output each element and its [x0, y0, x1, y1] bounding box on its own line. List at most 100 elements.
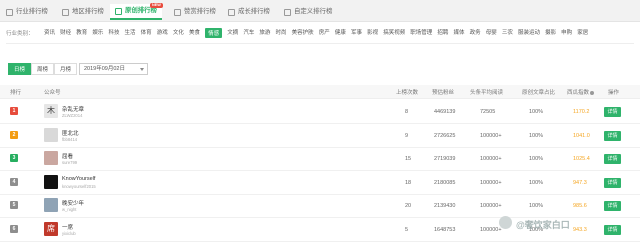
industry-chip[interactable]: 家居: [577, 28, 588, 38]
avatar[interactable]: 席: [44, 221, 58, 236]
avatar[interactable]: [44, 151, 58, 165]
industry-chip[interactable]: 职场管理: [410, 28, 432, 38]
industry-chip[interactable]: 体育: [141, 28, 152, 38]
watermark: @奢饮家白口: [516, 220, 570, 230]
account-name[interactable]: 屈看: [62, 152, 73, 160]
ranking-tab-bar: 行业排行榜 地区排行榜 原创排行榜 NEW 赞赏排行榜 成长排行榜 自定义排行榜: [0, 0, 640, 22]
tab-industry[interactable]: 行业排行榜: [6, 4, 48, 20]
industry-chip[interactable]: 服装运动: [518, 28, 540, 38]
industry-chip[interactable]: 情感: [205, 28, 223, 38]
industry-chip[interactable]: 健康: [335, 28, 346, 38]
industry-chip[interactable]: 摄影: [545, 28, 556, 38]
industry-chip[interactable]: 教育: [76, 28, 87, 38]
avatar[interactable]: [44, 198, 58, 212]
tab-region[interactable]: 地区排行榜: [62, 4, 104, 20]
tab-original[interactable]: 原创排行榜 NEW: [110, 3, 163, 20]
avatar[interactable]: 木: [44, 104, 58, 118]
industry-chip[interactable]: 招聘: [437, 28, 448, 38]
tab-custom[interactable]: 自定义排行榜: [284, 4, 332, 20]
account-name[interactable]: KnowYourself: [62, 176, 95, 182]
industry-filter: 行业类别： 资讯 财经 教育 娱乐 科技 生活 体育 游戏 文化 美食 情感 文摘 汽车 旅游 时尚 美容护肤…: [6, 27, 636, 39]
xigua-index: 985.6: [573, 203, 587, 209]
industry-chip[interactable]: 生活: [125, 28, 136, 38]
posts-count: 9: [405, 132, 409, 139]
industry-chip[interactable]: 母婴: [486, 28, 497, 38]
avatar[interactable]: [44, 174, 58, 189]
industry-chip[interactable]: 申购: [561, 28, 572, 38]
rank-badge: 3: [10, 154, 18, 162]
avg-reads: 100000+: [480, 179, 502, 186]
account-name[interactable]: 匪北北: [62, 129, 79, 137]
fans-count: 2180085: [434, 179, 456, 186]
industry-chip[interactable]: 时尚: [276, 28, 287, 38]
original-ratio: 100%: [529, 179, 544, 186]
posts-count: 8: [405, 109, 409, 115]
new-badge: NEW: [150, 3, 163, 8]
month-button[interactable]: 月榜: [54, 63, 78, 75]
day-button[interactable]: 日榜: [8, 63, 32, 75]
table-row[interactable]: 1 木杂乱无章 ZLWZ2014 8 4469139 72505 100% 1170.2 详情: [0, 101, 640, 124]
industry-chip[interactable]: 财经: [60, 28, 71, 38]
industry-chip[interactable]: 搞笑视频: [383, 28, 405, 38]
account-id: fbb8414: [62, 136, 78, 142]
industry-chip[interactable]: 媒体: [454, 28, 465, 38]
table-row[interactable]: 2 匪北北 fbb8414 9 2726625 100000+ 100% 1041.0 详情: [0, 125, 640, 148]
info-icon[interactable]: [590, 90, 595, 95]
fans-count: 1648753: [434, 226, 456, 233]
list-icon: [284, 8, 291, 16]
xigua-index: 943.3: [573, 226, 587, 233]
posts-count: 15: [405, 156, 412, 162]
header-rank: 排行: [10, 90, 22, 96]
date-picker[interactable]: 2019年09月02日: [79, 63, 148, 75]
account-name[interactable]: 杂乱无章: [62, 105, 84, 113]
tab-reward[interactable]: 赞赏排行榜: [174, 4, 216, 20]
divider: [6, 43, 634, 44]
fans-count: 4469139: [434, 109, 456, 115]
table-row[interactable]: 4 KnowYourself knowyourself2015 18 2180085 10…: [0, 172, 640, 195]
industry-chip[interactable]: 军事: [351, 28, 362, 38]
header-posts: 上榜次数: [396, 90, 419, 96]
account-id: yixiclub: [62, 230, 76, 236]
watermark-logo: [499, 216, 512, 229]
industry-chip[interactable]: 汽车: [243, 28, 254, 38]
xigua-index: 1025.4: [573, 156, 590, 162]
detail-button[interactable]: 详情: [604, 107, 621, 117]
table-row[interactable]: 3 屈看 sure799 15 2719039 100000+ 100% 1025.4 详情: [0, 148, 640, 171]
tab-growth[interactable]: 成长排行榜: [228, 4, 270, 20]
industry-chip[interactable]: 文化: [173, 28, 184, 38]
rank-badge: 5: [10, 201, 18, 209]
industry-chip[interactable]: 三农: [502, 28, 513, 38]
industry-chip[interactable]: 政务: [470, 28, 481, 38]
detail-button[interactable]: 详情: [604, 177, 621, 188]
industry-chip[interactable]: 房产: [319, 28, 330, 38]
table-row[interactable]: 5 晚安少年 w_night 20 2139430 100000+ 100% 985.6 详情: [0, 195, 640, 218]
chevron-down-icon: [140, 68, 144, 71]
fans-count: 2139430: [434, 203, 456, 209]
industry-chip[interactable]: 美容护肤: [292, 28, 314, 38]
account-name[interactable]: 一席: [62, 223, 73, 231]
industry-chip[interactable]: 美食: [189, 28, 200, 38]
table-header: 排行 公众号 上榜次数 预估粉丝 头条平均阅读 原创文章占比 西瓜指数 操作: [0, 85, 640, 99]
rank-badge: 1: [10, 107, 18, 115]
industry-chip[interactable]: 娱乐: [92, 28, 103, 38]
posts-count: 20: [405, 203, 412, 209]
fans-count: 2726625: [434, 132, 456, 139]
header-fans: 预估粉丝: [432, 90, 455, 96]
industry-chip[interactable]: 游戏: [157, 28, 168, 38]
industry-chip[interactable]: 科技: [108, 28, 119, 38]
week-button[interactable]: 周榜: [31, 63, 55, 75]
industry-chip[interactable]: 文摘: [227, 28, 238, 38]
detail-button[interactable]: 详情: [604, 130, 621, 141]
avg-reads: 100000+: [480, 203, 502, 209]
detail-button[interactable]: 详情: [604, 201, 621, 211]
industry-chip[interactable]: 旅游: [259, 28, 270, 38]
industry-chip[interactable]: 影视: [367, 28, 378, 38]
xigua-index: 1041.0: [573, 132, 590, 139]
avatar[interactable]: [44, 127, 58, 142]
industry-chip[interactable]: 资讯: [44, 28, 55, 38]
account-name[interactable]: 晚安少年: [62, 199, 84, 207]
detail-button[interactable]: 详情: [604, 154, 621, 164]
industry-label: 行业类别：: [6, 31, 34, 37]
detail-button[interactable]: 详情: [604, 224, 621, 235]
rank-badge: 2: [10, 130, 18, 139]
